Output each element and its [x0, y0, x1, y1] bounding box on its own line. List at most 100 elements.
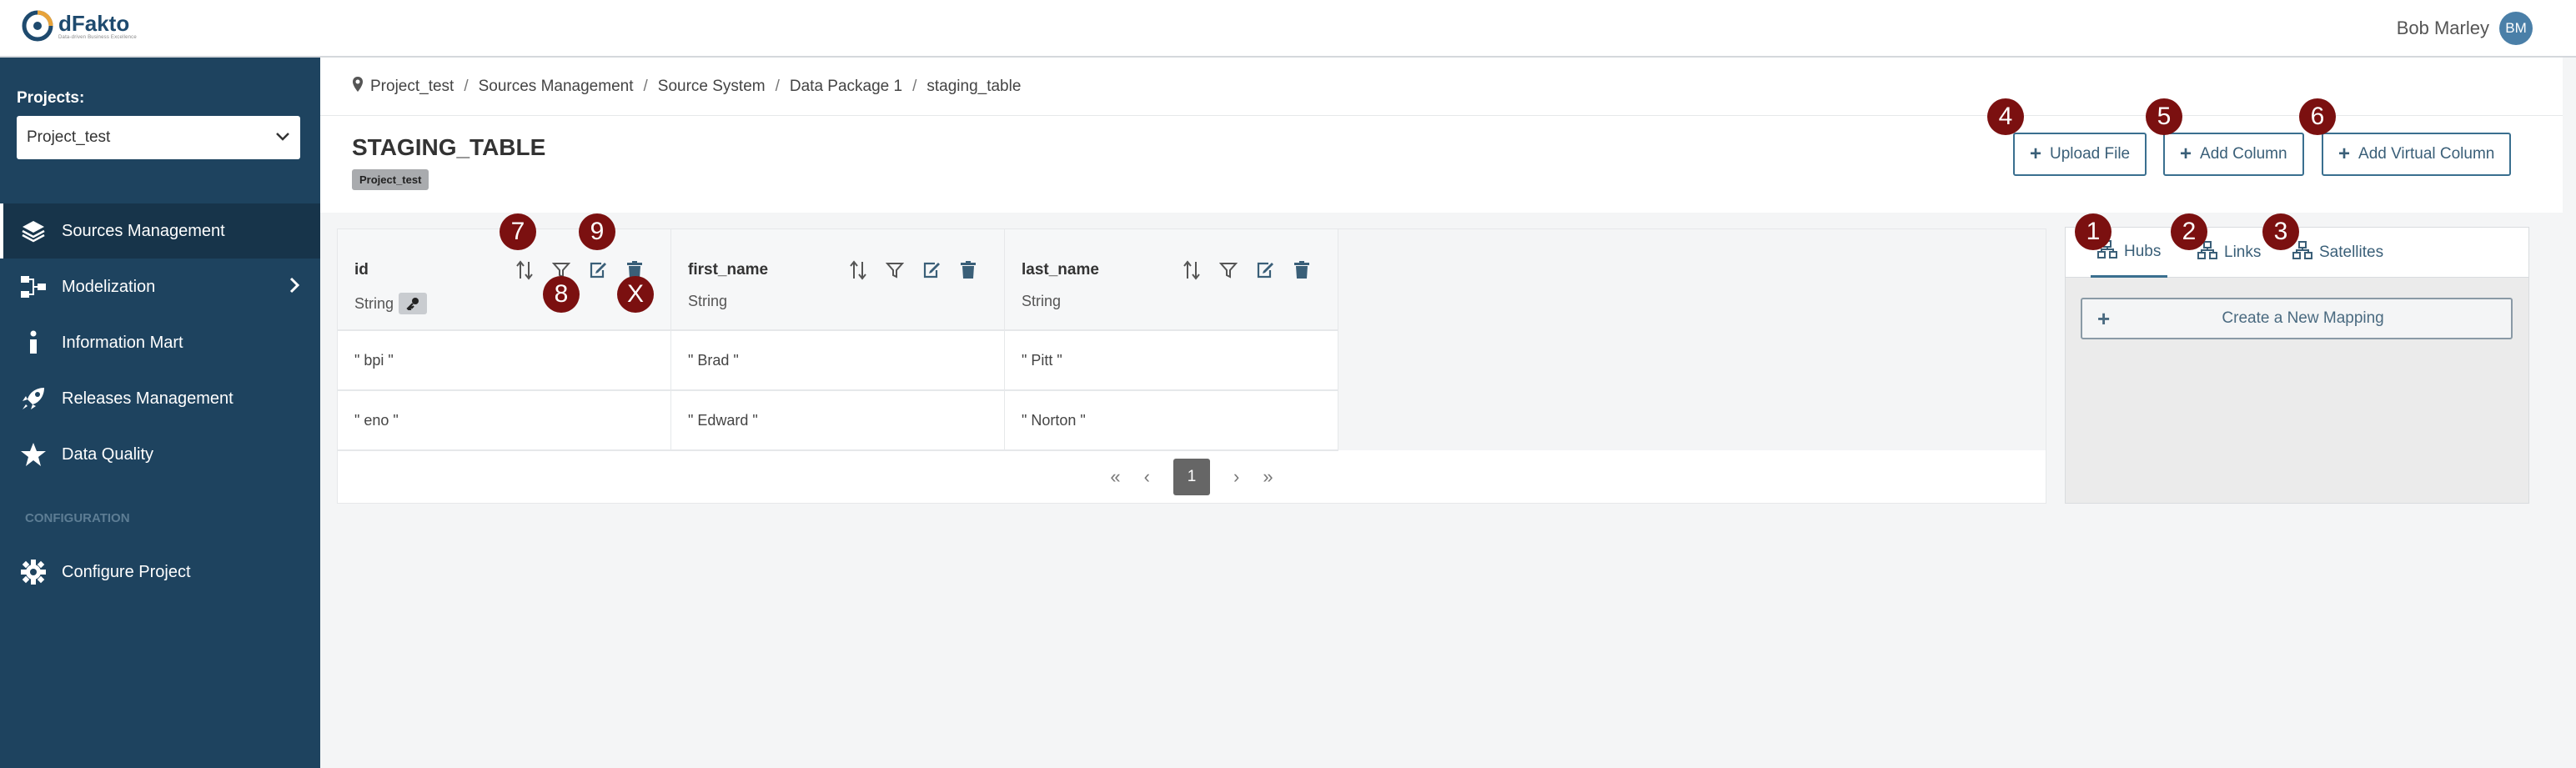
delete-icon[interactable] [957, 259, 979, 281]
sidebar-item-modelization[interactable]: Modelization [0, 259, 320, 314]
chevron-down-icon [275, 128, 290, 147]
column-name: last_name [1022, 261, 1099, 279]
gear-icon [20, 559, 47, 585]
marker-add-column: 5 [2146, 98, 2182, 135]
column-header: last_name String [1005, 229, 1338, 331]
last-page-button[interactable]: » [1263, 466, 1273, 488]
marker-delete: X [617, 276, 654, 313]
add-column-label: Add Column [2200, 145, 2287, 163]
add-virtual-column-button[interactable]: + Add Virtual Column [2322, 133, 2512, 176]
star-icon [20, 441, 47, 468]
sidebar-item-sources-management[interactable]: Sources Management [0, 203, 320, 259]
tab-label: Satellites [2319, 243, 2384, 261]
logo-name: dFakto [58, 11, 130, 36]
edit-icon[interactable] [587, 259, 609, 281]
sidebar: Projects: Project_test Sources Managemen… [0, 58, 320, 768]
layers-icon [20, 218, 47, 244]
project-badge: Project_test [352, 169, 429, 190]
marker-add-virtual-column: 6 [2299, 98, 2336, 135]
column-type-label: String [354, 294, 394, 312]
breadcrumb-separator: / [643, 77, 648, 95]
next-page-button[interactable]: › [1233, 466, 1239, 488]
sort-icon[interactable] [514, 259, 535, 281]
table-cell: " Norton " [1005, 391, 1338, 451]
column-first-name: first_name String " Brad " " Edward " [671, 229, 1005, 451]
sidebar-item-configure-project[interactable]: Configure Project [0, 545, 320, 600]
satellite-icon [2292, 241, 2312, 264]
sidebar-item-label: Sources Management [62, 221, 225, 240]
key-icon [399, 293, 428, 314]
marker-links: 2 [2171, 213, 2207, 250]
marker-filter: 8 [543, 276, 580, 313]
column-name: first_name [688, 261, 769, 279]
breadcrumb-item-data-package[interactable]: Data Package 1 [790, 78, 902, 96]
page-title: STAGING_TABLE [352, 134, 546, 160]
delete-icon[interactable] [1291, 259, 1313, 281]
breadcrumb: Project_test / Sources Management / Sour… [320, 58, 2563, 116]
sidebar-item-label: Releases Management [62, 389, 233, 408]
breadcrumb-item-source-system[interactable]: Source System [658, 78, 766, 96]
marker-satellites: 3 [2262, 213, 2299, 250]
chevron-right-icon [289, 276, 300, 299]
create-mapping-label: Create a New Mapping [2222, 309, 2384, 327]
prev-page-button[interactable]: ‹ [1144, 466, 1150, 488]
create-new-mapping-button[interactable]: + Create a New Mapping [2081, 298, 2513, 339]
first-page-button[interactable]: « [1110, 466, 1120, 488]
edit-icon[interactable] [1254, 259, 1276, 281]
filter-icon[interactable] [884, 259, 906, 281]
app-logo[interactable]: dFakto Data-driven Business Excellence [22, 8, 137, 43]
edit-icon[interactable] [921, 259, 942, 281]
tab-label: Hubs [2124, 242, 2162, 260]
filter-icon[interactable] [1218, 259, 1239, 281]
breadcrumb-item-sources-management[interactable]: Sources Management [479, 78, 634, 96]
upload-file-button[interactable]: + Upload File [2013, 133, 2147, 176]
breadcrumb-separator: / [912, 77, 917, 95]
tab-satellites[interactable]: Satellites [2286, 228, 2390, 278]
column-actions [847, 259, 979, 281]
map-pin-icon [352, 76, 364, 98]
sidebar-item-label: Information Mart [62, 333, 183, 352]
pagination: « ‹ 1 › » [338, 450, 2046, 504]
sort-icon[interactable] [847, 259, 869, 281]
project-select-value: Project_test [27, 128, 111, 146]
tab-label: Links [2224, 243, 2262, 261]
sidebar-item-releases-management[interactable]: Releases Management [0, 371, 320, 426]
breadcrumb-separator: / [775, 77, 780, 95]
sidebar-item-data-quality[interactable]: Data Quality [0, 427, 320, 482]
plus-icon: + [2180, 143, 2192, 165]
column-name: id [354, 261, 369, 279]
page-number-current[interactable]: 1 [1173, 459, 1210, 495]
breadcrumb-item-current: staging_table [926, 77, 1022, 95]
project-select[interactable]: Project_test [17, 116, 300, 159]
plus-icon: + [2030, 143, 2042, 165]
sidebar-item-label: Configure Project [62, 562, 191, 581]
user-menu[interactable]: Bob Marley BM [2397, 12, 2533, 45]
breadcrumb-item-project[interactable]: Project_test [370, 78, 454, 96]
sidebar-item-information-mart[interactable]: Information Mart [0, 315, 320, 370]
column-type: String [1022, 293, 1062, 309]
sort-icon[interactable] [1181, 259, 1203, 281]
avatar[interactable]: BM [2499, 12, 2533, 45]
column-id: id String " bpi " " eno " [338, 229, 671, 451]
hierarchy-icon [20, 274, 47, 300]
plus-icon: + [2338, 143, 2351, 165]
add-virtual-column-label: Add Virtual Column [2358, 145, 2495, 163]
top-bar: dFakto Data-driven Business Excellence B… [0, 0, 2576, 58]
column-type: String [688, 293, 728, 309]
add-column-button[interactable]: + Add Column [2163, 133, 2304, 176]
table-cell: " bpi " [338, 331, 670, 391]
main-content: Project_test / Sources Management / Sour… [320, 58, 2563, 768]
plus-icon: + [2097, 305, 2111, 331]
column-actions [1181, 259, 1313, 281]
column-last-name: last_name String " Pitt " " Norton " [1005, 229, 1338, 451]
marker-hubs: 1 [2075, 213, 2112, 250]
user-name: Bob Marley [2396, 18, 2489, 38]
logo-mark-icon [22, 8, 53, 43]
projects-label: Projects: [17, 89, 85, 107]
column-type: String [354, 293, 428, 314]
logo-tagline: Data-driven Business Excellence [58, 35, 137, 40]
table-cell: " Brad " [671, 331, 1004, 391]
table-cell: " Pitt " [1005, 331, 1338, 391]
marker-edit: 9 [579, 213, 615, 250]
marker-upload-file: 4 [1987, 98, 2024, 135]
